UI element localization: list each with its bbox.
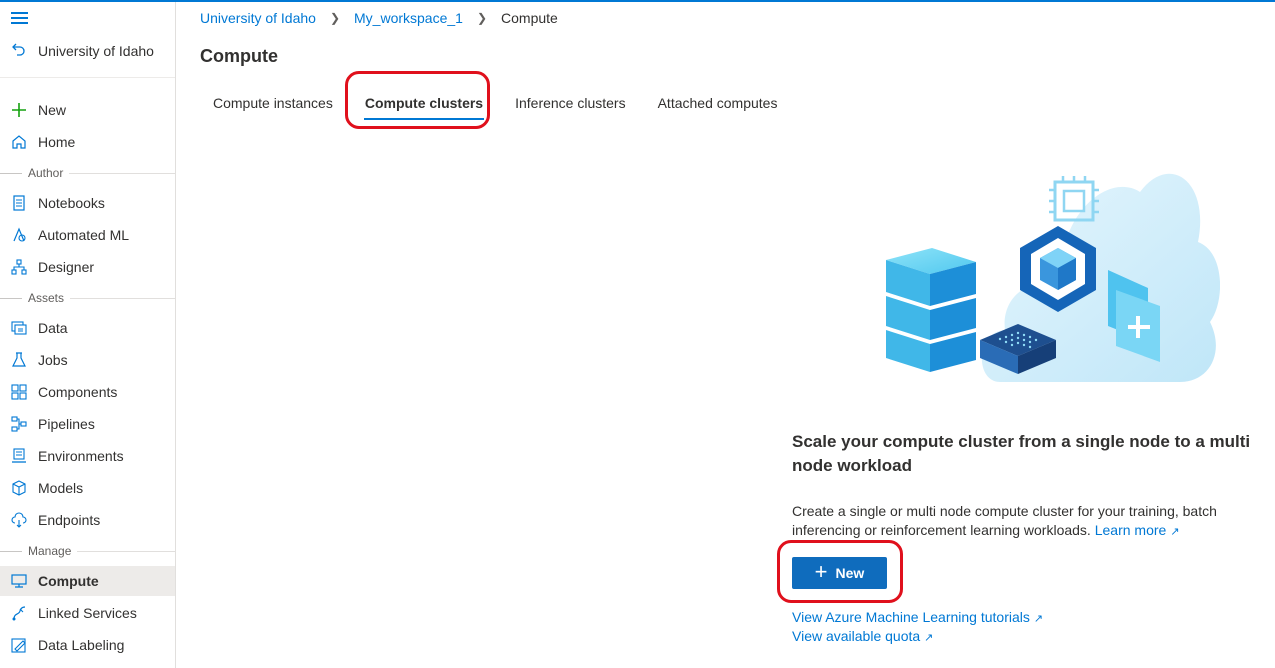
external-link-icon: ↗ [1033,613,1044,625]
sidebar-item-label: Endpoints [38,512,101,528]
sidebar-item-home[interactable]: Home [0,127,175,157]
breadcrumb-university[interactable]: University of Idaho [200,10,316,26]
hamburger-menu-icon[interactable] [11,12,29,26]
sidebar-item-label: Data Labeling [38,637,125,653]
sidebar-item-label: Designer [38,259,95,275]
designer-icon [0,259,38,275]
models-cube-icon [0,480,38,496]
chevron-right-icon: ❯ [476,11,488,25]
sidebar-item-automated-ml[interactable]: Automated ML [0,220,175,250]
plus-icon [0,102,38,118]
compute-monitor-icon [0,573,38,589]
external-link-icon: ↗ [924,632,934,644]
sidebar-item-models[interactable]: Models [0,473,175,503]
sidebar-item-linked-services[interactable]: Linked Services [0,598,175,628]
sidebar-item-data-labeling[interactable]: Data Labeling [0,630,175,660]
data-icon [0,320,38,336]
components-icon [0,384,38,400]
tab-inference-clusters[interactable]: Inference clusters [502,88,639,118]
sidebar-item-label: Home [38,134,76,150]
empty-state-description: Create a single or multi node compute cl… [792,502,1252,542]
sidebar-item-label: Environments [38,448,124,464]
environments-icon [0,448,38,464]
workspace-back-link[interactable]: University of Idaho [0,38,175,64]
external-link-icon: ↗ [1170,526,1180,538]
back-arrow-icon [0,42,38,60]
sidebar-item-pipelines[interactable]: Pipelines [0,409,175,439]
sidebar-item-notebooks[interactable]: Notebooks [0,188,175,218]
plus-icon: + [814,559,828,584]
data-labeling-icon [0,637,38,653]
section-manage: Manage [0,543,175,559]
sidebar-item-jobs[interactable]: Jobs [0,345,175,375]
sidebar-item-label: Components [38,384,118,400]
page-title: Compute [200,46,278,66]
tab-compute-clusters[interactable]: Compute clusters [352,88,496,120]
new-compute-cluster-button[interactable]: + New [792,557,887,589]
tutorials-link[interactable]: View Azure Machine Learning tutorials ↗ [792,609,1043,625]
linked-services-icon [0,605,38,621]
tab-compute-instances[interactable]: Compute instances [200,88,346,118]
breadcrumb: University of Idaho ❯ My_workspace_1 ❯ C… [200,10,558,26]
jobs-flask-icon [0,352,38,368]
chevron-right-icon: ❯ [329,11,341,25]
section-author: Author [0,165,175,181]
divider [0,77,175,78]
home-icon [0,134,38,150]
learn-more-link[interactable]: Learn more ↗ [1095,522,1180,538]
sidebar-item-label: Jobs [38,352,68,368]
sidebar-item-new[interactable]: New [0,95,175,125]
compute-tabs: Compute instances Compute clusters Infer… [200,88,796,124]
sidebar-item-label: Data [38,320,68,336]
workspace-name: University of Idaho [38,43,154,59]
sidebar-item-label: New [38,102,67,118]
tab-attached-computes[interactable]: Attached computes [645,88,791,118]
sidebar-item-label: Pipelines [38,416,95,432]
sidebar-item-components[interactable]: Components [0,377,175,407]
left-navigation: University of Idaho New Home Author Note… [0,2,176,668]
automated-ml-icon [0,227,38,243]
endpoints-cloud-icon [0,512,38,528]
sidebar-item-environments[interactable]: Environments [0,441,175,471]
sidebar-item-label: Models [38,480,84,496]
sidebar-item-label: Notebooks [38,195,105,211]
sidebar-item-data[interactable]: Data [0,313,175,343]
sidebar-item-endpoints[interactable]: Endpoints [0,505,175,535]
pipelines-icon [0,416,38,432]
sidebar-item-designer[interactable]: Designer [0,252,175,282]
notebook-icon [0,195,38,211]
breadcrumb-workspace[interactable]: My_workspace_1 [354,10,463,26]
compute-cluster-illustration [886,173,1220,382]
quota-link[interactable]: View available quota ↗ [792,628,933,644]
new-button-label: New [835,565,865,581]
sidebar-item-label: Automated ML [38,227,130,243]
breadcrumb-current: Compute [501,10,558,26]
empty-state-heading: Scale your compute cluster from a single… [792,432,1251,475]
sidebar-item-compute[interactable]: Compute [0,566,175,596]
sidebar-item-label: Compute [38,573,99,589]
sidebar-item-label: Linked Services [38,605,137,621]
section-assets: Assets [0,290,175,306]
